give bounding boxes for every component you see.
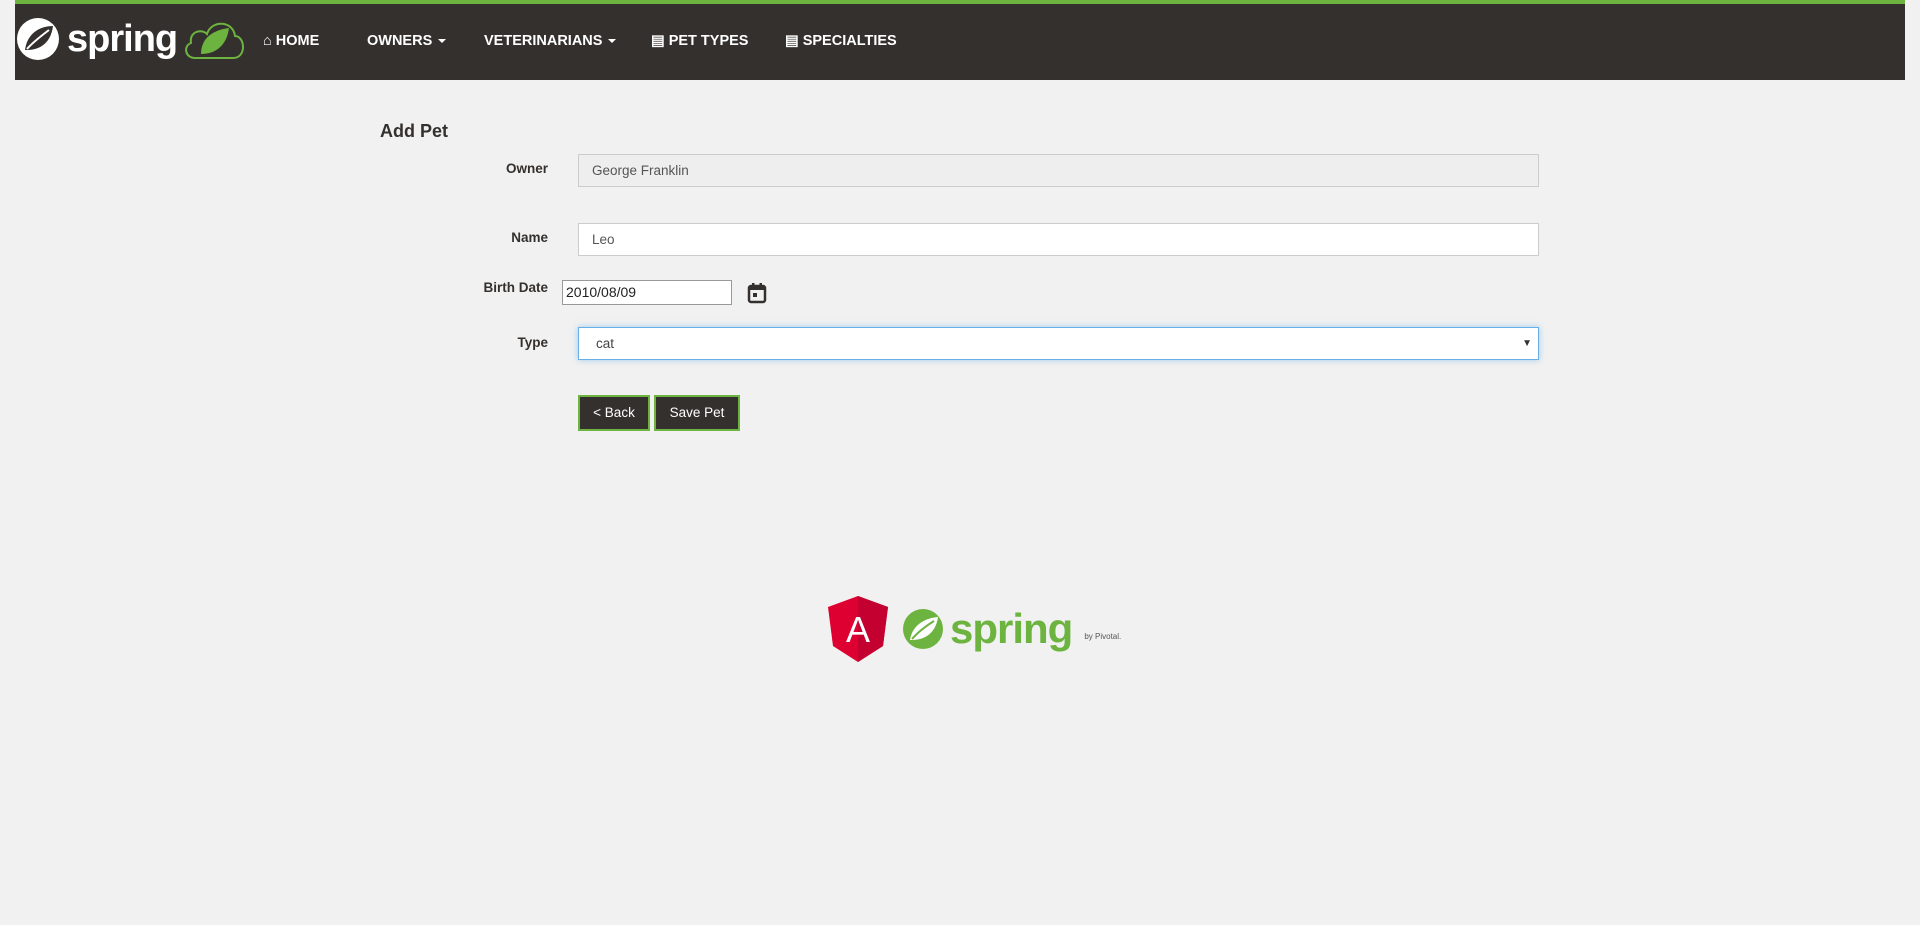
cloud-leaf-icon <box>185 22 245 59</box>
footer-logos: A spring by Pivotal. <box>828 596 1121 662</box>
svg-text:A: A <box>846 609 870 650</box>
calendar-icon[interactable] <box>747 282 767 304</box>
back-button[interactable]: < Back <box>578 395 650 431</box>
spring-leaf-icon <box>17 18 59 60</box>
caret-down-icon <box>608 39 617 43</box>
birth-date-label: Birth Date <box>483 280 548 295</box>
nav-owners[interactable]: OWNERS <box>367 33 447 49</box>
table-icon: ▤ <box>785 33 799 49</box>
spring-footer-leaf-icon <box>903 609 943 649</box>
angular-logo: A <box>828 596 888 662</box>
nav-home[interactable]: ⌂ HOME <box>263 33 319 49</box>
spring-logo[interactable]: spring <box>15 16 247 62</box>
save-pet-button[interactable]: Save Pet <box>654 395 740 431</box>
table-icon: ▤ <box>651 33 665 49</box>
owner-field: George Franklin <box>578 154 1539 187</box>
select-arrow-icon: ▼ <box>1522 338 1532 349</box>
caret-down-icon <box>438 39 447 43</box>
nav-pet-types[interactable]: ▤ PET TYPES <box>651 33 748 49</box>
owner-label: Owner <box>505 161 548 176</box>
brand-text: spring <box>67 17 178 60</box>
name-label: Name <box>511 230 548 245</box>
home-icon: ⌂ <box>263 33 272 49</box>
nav-specialties[interactable]: ▤ SPECIALTIES <box>785 33 897 49</box>
birth-date-input[interactable]: 2010/08/09 <box>562 280 732 305</box>
type-label: Type <box>517 335 548 350</box>
name-input[interactable]: Leo <box>578 223 1539 256</box>
nav-veterinarians[interactable]: VETERINARIANS <box>484 33 617 49</box>
page-title: Add Pet <box>380 121 449 141</box>
type-select[interactable]: cat ▼ <box>578 327 1539 360</box>
spring-footer-text: spring <box>950 605 1073 652</box>
navbar: spring ⌂ HOME OWNERS VETERINARIANS ▤ PET T… <box>15 0 1905 80</box>
by-pivotal-text: by Pivotal. <box>1084 631 1122 641</box>
